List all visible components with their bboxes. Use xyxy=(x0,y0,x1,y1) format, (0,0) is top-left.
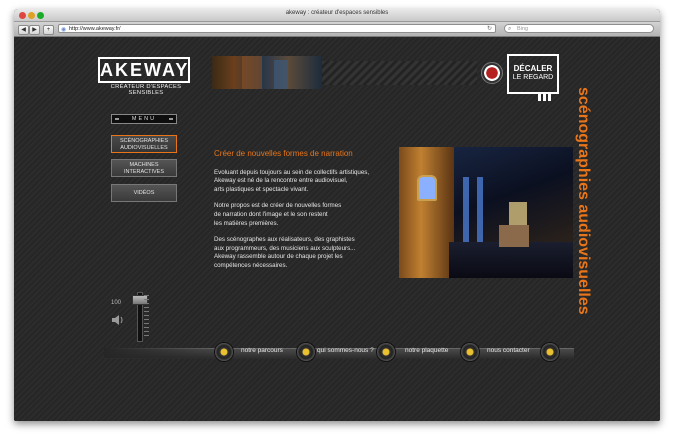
footer-node-icon[interactable] xyxy=(214,342,234,362)
intro-paragraph: Des scénographes aux réalisateurs, des g… xyxy=(214,236,384,270)
search-placeholder: Bing xyxy=(517,26,529,32)
menu-item-machines[interactable]: MACHINES INTERACTIVES xyxy=(111,159,177,177)
photo-wall xyxy=(399,147,454,278)
menu-item-line: INTERACTIVES xyxy=(123,169,165,175)
exhibition-photo xyxy=(399,147,573,278)
menu-item-videos[interactable]: VIDÉOS xyxy=(111,184,177,202)
menu-item-line: SCÉNOGRAPHIES xyxy=(120,138,168,144)
decaler-le-regard-badge: DÉCALER LE REGARD xyxy=(507,54,559,94)
menu-item-scenographies[interactable]: SCÉNOGRAPHIES AUDIOVISUELLES xyxy=(111,135,177,153)
header-stripes xyxy=(322,61,477,85)
footer-node-icon[interactable] xyxy=(376,342,396,362)
footer-node-icon[interactable] xyxy=(540,342,560,362)
text-line: Akeway est né de la rencontre entre audi… xyxy=(214,177,348,185)
text-line: Evoluant depuis toujours au sein de coll… xyxy=(214,168,370,176)
intro-paragraph: Notre propos est de créer de nouvelles f… xyxy=(214,202,384,228)
volume-value: 100 xyxy=(111,300,122,306)
browser-window: akeway : créateur d'espaces sensibles ◀ … xyxy=(14,9,660,421)
globe-icon: ◉ xyxy=(61,27,67,33)
title-bar: akeway : créateur d'espaces sensibles xyxy=(14,9,660,22)
text-line: Notre propos est de créer de nouvelles f… xyxy=(214,202,342,210)
footer-link-plaquette[interactable]: notre plaquette xyxy=(405,347,448,354)
intro-heading: Créer de nouvelles formes de narration xyxy=(214,149,353,158)
text-line: aux programmeurs, des musiciens aux scul… xyxy=(214,244,356,252)
intro-text: Créer de nouvelles formes de narration E… xyxy=(214,149,384,279)
akeway-logo[interactable]: AKEWAY xyxy=(98,57,190,83)
rail-fade xyxy=(104,348,224,358)
page-content: AKEWAY CRÉATEUR D'ESPACES SENSIBLES DÉCA… xyxy=(14,37,660,421)
footer-link-parcours[interactable]: notre parcours xyxy=(241,347,283,354)
address-bar[interactable]: ◉ http://www.akeway.fr/ ↻ xyxy=(58,24,496,33)
banner-panel xyxy=(274,60,288,89)
forward-button[interactable]: ▶ xyxy=(29,25,40,35)
footer-node-icon[interactable] xyxy=(296,342,316,362)
footer-node-icon[interactable] xyxy=(460,342,480,362)
plus-icon: + xyxy=(46,27,51,33)
pixel-decoration xyxy=(538,93,552,101)
menu-item-line: MACHINES xyxy=(129,162,159,168)
footer-link-qui-sommes-nous[interactable]: qui sommes-nous ? xyxy=(317,347,374,354)
window-title: akeway : créateur d'espaces sensibles xyxy=(285,10,389,16)
reload-icon[interactable]: ↻ xyxy=(487,25,492,34)
text-line: arts plastiques et spectacle vivant. xyxy=(214,185,309,193)
menu-label: MENU xyxy=(111,114,177,124)
menu-item-line: VIDÉOS xyxy=(133,190,155,196)
photo-screen xyxy=(417,175,437,201)
intro-paragraph: Evoluant depuis toujours au sein de coll… xyxy=(214,169,384,195)
decaler-line1: DÉCALER xyxy=(513,64,553,73)
address-text: http://www.akeway.fr/ xyxy=(69,26,121,32)
photo-kiosk xyxy=(499,225,529,247)
text-line: Des scénographes aux réalisateurs, des g… xyxy=(214,236,355,244)
logo-tagline: CRÉATEUR D'ESPACES SENSIBLES xyxy=(110,84,182,96)
banner-panel xyxy=(242,56,262,89)
menu-item-line: AUDIOVISUELLES xyxy=(120,145,168,151)
award-seal-icon xyxy=(481,62,503,84)
text-line: les matières premières. xyxy=(214,219,279,227)
browser-toolbar: ◀ ▶ + ◉ http://www.akeway.fr/ ↻ ⌕ Bing xyxy=(14,22,660,37)
footer-link-contact[interactable]: nous contacter xyxy=(487,347,530,354)
photo-floor xyxy=(449,242,573,278)
text-line: compétences nécessaires. xyxy=(214,261,288,269)
chevron-left-icon: ◀ xyxy=(21,27,26,33)
text-line: Akeway rassemble autour de chaque projet… xyxy=(214,253,343,261)
back-button[interactable]: ◀ xyxy=(18,25,29,35)
section-title-vertical: scénographies audiovisuelles xyxy=(575,87,592,315)
decaler-line2: LE REGARD xyxy=(512,74,554,81)
speaker-icon[interactable] xyxy=(110,312,126,328)
chevron-right-icon: ▶ xyxy=(32,27,37,33)
search-field[interactable]: ⌕ Bing xyxy=(504,24,654,33)
text-line: de narration dont l'image et le son rest… xyxy=(214,210,328,218)
search-icon: ⌕ xyxy=(508,26,512,32)
add-bookmark-button[interactable]: + xyxy=(43,25,54,35)
header-banner-image xyxy=(212,56,322,89)
volume-slider-ticks xyxy=(144,295,149,339)
